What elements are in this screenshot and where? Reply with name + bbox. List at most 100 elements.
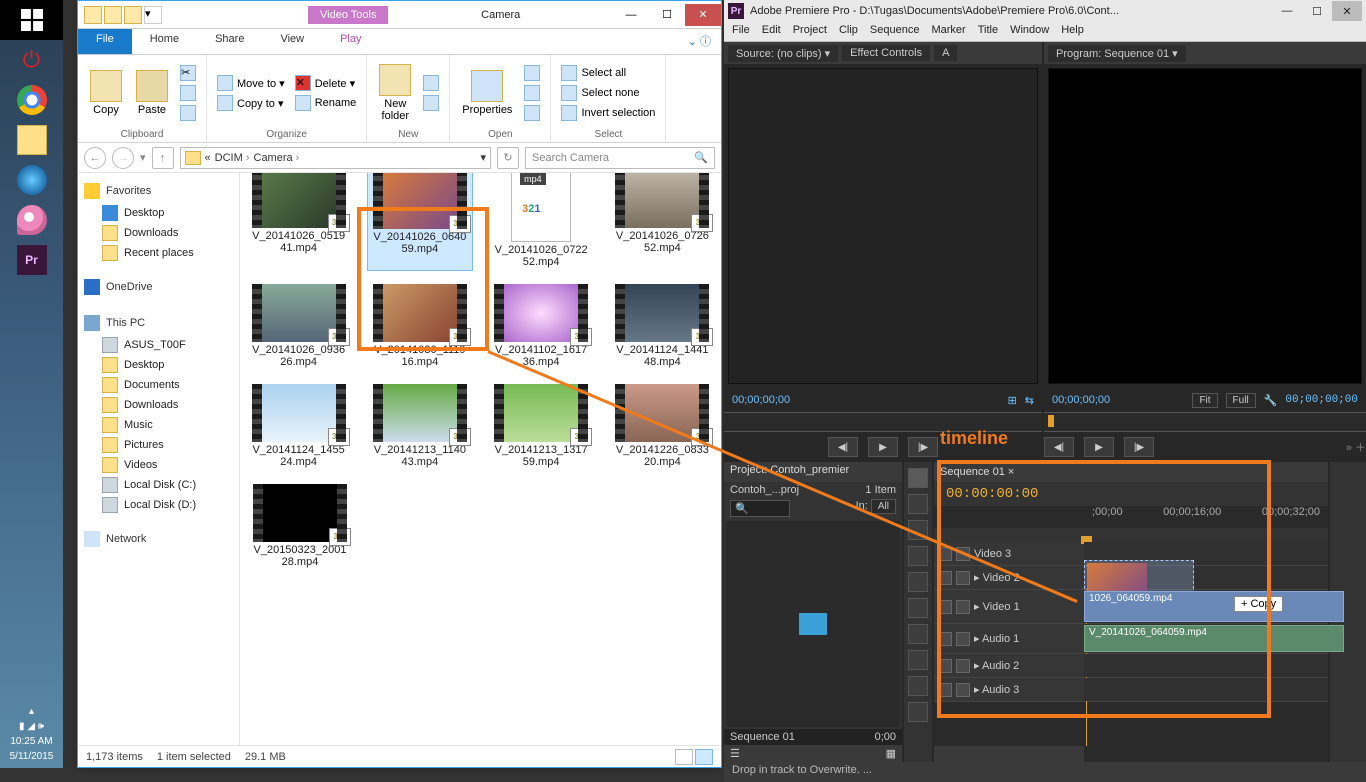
- menu-edit[interactable]: Edit: [762, 24, 781, 39]
- nav-locald[interactable]: Local Disk (D:): [82, 495, 235, 515]
- nav-desktop2[interactable]: Desktop: [82, 355, 235, 375]
- nav-localc[interactable]: Local Disk (C:): [82, 475, 235, 495]
- home-tab[interactable]: Home: [132, 29, 197, 54]
- rename-button[interactable]: Rename: [293, 94, 359, 112]
- audio-tab[interactable]: A: [934, 45, 957, 61]
- newfolder-button[interactable]: New folder: [375, 62, 415, 124]
- sequence-tab[interactable]: Sequence 01 ×: [940, 466, 1014, 478]
- selectall-button[interactable]: Select all: [559, 64, 657, 82]
- nav-documents[interactable]: Documents: [82, 375, 235, 395]
- qat-icon[interactable]: [124, 6, 142, 24]
- taskbar-explorer[interactable]: [0, 120, 63, 160]
- newitem-button[interactable]: [421, 74, 441, 92]
- menu-file[interactable]: File: [732, 24, 750, 39]
- clock-time[interactable]: 10:25 AM: [2, 734, 61, 749]
- menu-title[interactable]: Title: [978, 24, 998, 39]
- audio-track-1[interactable]: ▸ Audio 1V_20141026_064059.mp4: [934, 624, 1328, 654]
- ripple-tool[interactable]: [908, 520, 928, 540]
- lock-icon[interactable]: [956, 571, 970, 585]
- nav-videos[interactable]: Videos: [82, 455, 235, 475]
- breadcrumb-seg[interactable]: Camera: [254, 152, 300, 164]
- file-item-selected[interactable]: V_20141026_0640 59.mp4: [367, 173, 472, 271]
- search-input[interactable]: Search Camera🔍: [525, 147, 715, 169]
- edit-button[interactable]: [522, 84, 542, 102]
- up-button[interactable]: ↑: [152, 147, 174, 169]
- lock-icon[interactable]: [956, 683, 970, 697]
- timeline-tracks[interactable]: Video 3 ▸ Video 2 ▸ Video 1 1026_064059.…: [934, 542, 1328, 746]
- view-tab[interactable]: View: [262, 29, 322, 54]
- qat-dropdown-icon[interactable]: ▾: [144, 6, 162, 24]
- explorer-titlebar[interactable]: ▾ Video Tools Camera — ☐ ✕: [78, 1, 721, 29]
- minimize-button[interactable]: —: [613, 4, 649, 26]
- monitor-btn-icon[interactable]: ⇆: [1025, 394, 1034, 407]
- audio-track-3[interactable]: ▸ Audio 3: [934, 678, 1328, 702]
- help-icon[interactable]: ⌄ ⓘ: [678, 29, 721, 54]
- playhead-icon[interactable]: [1048, 415, 1054, 427]
- file-item[interactable]: V_20141226_0833 20.mp4: [610, 381, 715, 471]
- taskbar-premiere[interactable]: Pr: [0, 240, 63, 280]
- step-back-button[interactable]: ◀|: [828, 437, 858, 457]
- menu-marker[interactable]: Marker: [931, 24, 965, 39]
- thispc-header[interactable]: This PC: [82, 311, 235, 335]
- eye-icon[interactable]: [938, 571, 952, 585]
- eye-icon[interactable]: [938, 547, 952, 561]
- play-button[interactable]: ▶: [1084, 437, 1114, 457]
- project-tab[interactable]: Project: Contoh_premier: [724, 462, 902, 482]
- close-button[interactable]: ✕: [685, 4, 721, 26]
- video-clip[interactable]: 1026_064059.mp4: [1084, 591, 1344, 622]
- audio-track-2[interactable]: ▸ Audio 2: [934, 654, 1328, 678]
- razor-tool[interactable]: [908, 598, 928, 618]
- recent-dropdown[interactable]: ▾: [140, 151, 146, 164]
- nav-downloads[interactable]: Downloads: [82, 223, 235, 243]
- program-tab[interactable]: Program: Sequence 01 ▾: [1048, 45, 1186, 62]
- track-select-tool[interactable]: [908, 494, 928, 514]
- menu-window[interactable]: Window: [1010, 24, 1049, 39]
- bin-name[interactable]: Sequence 01: [730, 731, 795, 743]
- icon-view-button[interactable]: ▦: [886, 747, 896, 760]
- icons-view-button[interactable]: [695, 749, 713, 765]
- lock-icon[interactable]: [956, 632, 970, 646]
- step-fwd-button[interactable]: |▶: [908, 437, 938, 457]
- delete-button[interactable]: ✕Delete ▾: [293, 74, 359, 92]
- back-button[interactable]: ←: [84, 147, 106, 169]
- nav-music[interactable]: Music: [82, 415, 235, 435]
- menu-help[interactable]: Help: [1061, 24, 1084, 39]
- refresh-button[interactable]: ↻: [497, 147, 519, 169]
- source-ruler[interactable]: [724, 412, 1042, 432]
- moveto-button[interactable]: Move to ▾: [215, 74, 287, 92]
- menu-clip[interactable]: Clip: [839, 24, 858, 39]
- taskbar-chrome[interactable]: [0, 80, 63, 120]
- tray-icons[interactable]: ▮ ◢ 🕪: [2, 719, 61, 734]
- cut-button[interactable]: ✂: [178, 64, 198, 82]
- file-item[interactable]: V_20141124_1455 24.mp4: [246, 381, 351, 471]
- power-icon[interactable]: ⏻: [0, 40, 63, 80]
- details-view-button[interactable]: [675, 749, 693, 765]
- rate-tool[interactable]: [908, 572, 928, 592]
- paste-button[interactable]: Paste: [132, 68, 172, 118]
- video-tools-tab[interactable]: Video Tools: [308, 6, 388, 24]
- file-item[interactable]: V_20141026_0726 52.mp4: [610, 173, 715, 271]
- nav-asus[interactable]: ASUS_T00F: [82, 335, 235, 355]
- taskbar-app1[interactable]: [0, 160, 63, 200]
- file-item[interactable]: V_20141026_0936 26.mp4: [246, 281, 351, 371]
- invertsel-button[interactable]: Invert selection: [559, 104, 657, 122]
- open-button[interactable]: [522, 64, 542, 82]
- timeline-ruler[interactable]: [1084, 528, 1328, 542]
- lock-icon[interactable]: [956, 600, 970, 614]
- copy-button[interactable]: Copy: [86, 68, 126, 118]
- forward-button[interactable]: →: [112, 147, 134, 169]
- settings-icon[interactable]: 🔧: [1264, 394, 1278, 407]
- minimize-button[interactable]: —: [1272, 1, 1302, 21]
- file-item[interactable]: V_20141213_1140 43.mp4: [367, 381, 472, 471]
- effect-controls-tab[interactable]: Effect Controls: [842, 45, 930, 61]
- history-button[interactable]: [522, 104, 542, 122]
- video-track-1[interactable]: ▸ Video 1 1026_064059.mp4 + Copy: [934, 590, 1328, 624]
- search-input[interactable]: 🔍: [730, 500, 790, 517]
- eye-icon[interactable]: [938, 600, 952, 614]
- speaker-icon[interactable]: [938, 659, 952, 673]
- list-view-button[interactable]: ☰: [730, 747, 740, 760]
- speaker-icon[interactable]: [938, 632, 952, 646]
- premiere-titlebar[interactable]: Pr Adobe Premiere Pro - D:\Tugas\Documen…: [724, 0, 1366, 22]
- close-button[interactable]: ✕: [1332, 1, 1362, 21]
- speaker-icon[interactable]: [938, 683, 952, 697]
